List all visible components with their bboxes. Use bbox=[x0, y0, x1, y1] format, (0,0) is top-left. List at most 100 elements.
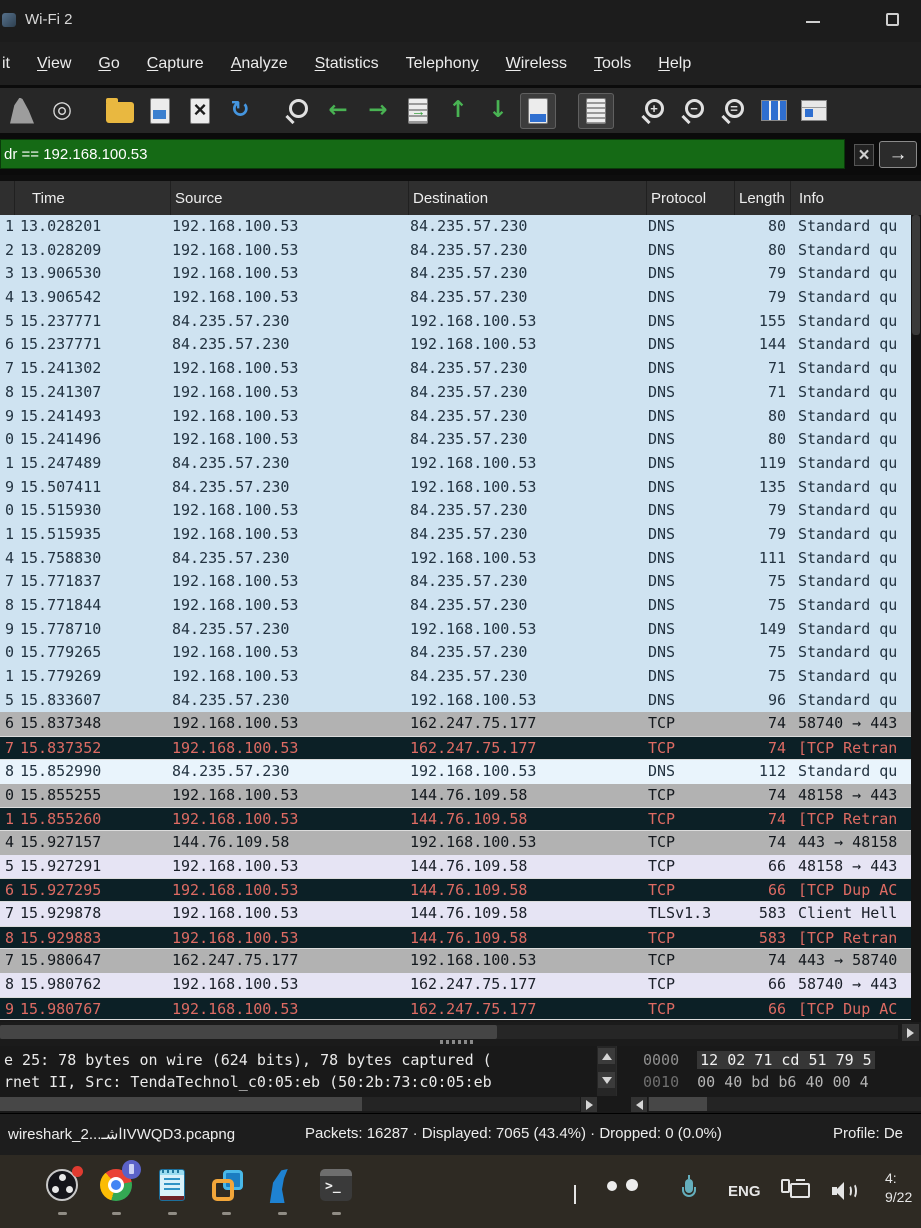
table-row[interactable]: 7 15.771837 192.168.100.53 84.235.57.230 DNS… bbox=[0, 570, 921, 594]
column-header-source[interactable]: Source bbox=[170, 181, 408, 215]
table-row[interactable]: 8 15.980762 192.168.100.53 162.247.75.177 TC… bbox=[0, 973, 921, 997]
table-row[interactable]: 7 15.929878 192.168.100.53 144.76.109.58 TLS… bbox=[0, 901, 921, 926]
minimize-button[interactable] bbox=[806, 21, 820, 23]
clock-date[interactable]: 4: 9/22 bbox=[885, 1169, 921, 1207]
go-back-icon[interactable]: ← bbox=[320, 93, 356, 129]
go-last-packet-icon[interactable]: ↓ bbox=[480, 93, 516, 129]
column-header-length[interactable]: Length bbox=[734, 181, 790, 215]
go-first-packet-icon[interactable]: ↑ bbox=[440, 93, 476, 129]
packet-bytes-pane[interactable]: 0000 12 02 71 cd 51 79 5 0010 00 40 bd b6 4… bbox=[616, 1046, 921, 1096]
bytes-hscroll-thumb[interactable] bbox=[649, 1097, 707, 1111]
menu-item-go[interactable]: Go bbox=[98, 55, 119, 73]
packet-list-horizontal-scrollbar[interactable] bbox=[0, 1022, 921, 1046]
details-hscroll-thumb[interactable] bbox=[0, 1097, 362, 1111]
chrome-icon[interactable] bbox=[100, 1160, 141, 1203]
hex-row[interactable]: 0000 12 02 71 cd 51 79 5 bbox=[617, 1049, 921, 1071]
table-row[interactable]: 4 13.906542 192.168.100.53 84.235.57.230 DNS… bbox=[0, 286, 921, 310]
scroll-down-button[interactable] bbox=[598, 1072, 615, 1088]
column-header-info[interactable]: Info bbox=[790, 181, 921, 215]
filter-apply-icon[interactable]: → bbox=[879, 141, 917, 168]
details-vertical-scrollbar[interactable] bbox=[597, 1046, 616, 1096]
notepad-icon[interactable] bbox=[156, 1169, 190, 1203]
table-row[interactable]: 7 15.241302 192.168.100.53 84.235.57.230 DNS… bbox=[0, 357, 921, 381]
zoom-in-icon[interactable]: + bbox=[636, 93, 672, 129]
language-indicator[interactable]: ENG bbox=[728, 1183, 761, 1200]
go-forward-icon[interactable]: → bbox=[360, 93, 396, 129]
table-row[interactable]: 8 15.929883 192.168.100.53 144.76.109.58 TCP… bbox=[0, 925, 921, 950]
hex-row[interactable]: 0010 00 40 bd b6 40 00 4 bbox=[617, 1071, 921, 1093]
column-header-protocol[interactable]: Protocol bbox=[646, 181, 734, 215]
menu-item-capture[interactable]: Capture bbox=[147, 55, 204, 73]
table-row[interactable]: 0 15.779265 192.168.100.53 84.235.57.230 DNS… bbox=[0, 641, 921, 666]
profile-label[interactable]: Profile: De bbox=[833, 1125, 921, 1142]
menu-item-wireless[interactable]: Wireless bbox=[506, 55, 567, 73]
menu-item-telephony[interactable]: Telephony bbox=[406, 55, 479, 73]
table-row[interactable]: 0 15.855255 192.168.100.53 144.76.109.58 TCP… bbox=[0, 783, 921, 808]
table-row[interactable]: 5 15.833607 84.235.57.230 192.168.100.53 DNS… bbox=[0, 688, 921, 713]
scroll-up-button[interactable] bbox=[598, 1048, 615, 1064]
table-row[interactable]: 1 15.855260 192.168.100.53 144.76.109.58 TCP… bbox=[0, 807, 921, 831]
pane-splitter-handle[interactable] bbox=[440, 1040, 474, 1044]
scrollbar-thumb[interactable] bbox=[912, 215, 920, 335]
close-capture-icon[interactable] bbox=[182, 93, 218, 129]
table-row[interactable]: 3 13.906530 192.168.100.53 84.235.57.230 DNS… bbox=[0, 262, 921, 287]
table-row[interactable]: 4 15.758830 84.235.57.230 192.168.100.53 DNS… bbox=[0, 546, 921, 571]
packet-details-pane[interactable]: e 25: 78 bytes on wire (624 bits), 78 by… bbox=[0, 1046, 597, 1096]
detail-line[interactable]: rnet II, Src: TendaTechnol_c0:05:eb (50:… bbox=[4, 1071, 597, 1093]
table-row[interactable]: 1 15.247489 84.235.57.230 192.168.100.53 DNS… bbox=[0, 451, 921, 476]
maximize-button[interactable] bbox=[886, 13, 899, 26]
auto-scroll-icon[interactable] bbox=[520, 92, 556, 129]
column-header-destination[interactable]: Destination bbox=[408, 181, 646, 215]
bytes-scroll-left-button[interactable] bbox=[631, 1097, 647, 1112]
menu-item-view[interactable]: View bbox=[37, 55, 71, 73]
column-header-time[interactable]: Time bbox=[14, 181, 170, 215]
save-capture-icon[interactable] bbox=[142, 93, 178, 129]
table-row[interactable]: 4 15.927157 144.76.109.58 192.168.100.53 TCP… bbox=[0, 830, 921, 855]
menu-item-tools[interactable]: Tools bbox=[594, 55, 631, 73]
table-row[interactable]: 8 15.241307 192.168.100.53 84.235.57.230 DNS… bbox=[0, 380, 921, 405]
display-filter-input[interactable]: dr == 192.168.100.53 bbox=[0, 139, 845, 169]
go-to-packet-icon[interactable] bbox=[400, 93, 436, 129]
table-row[interactable]: 1 13.028201 192.168.100.53 84.235.57.230 DNS… bbox=[0, 215, 921, 239]
table-row[interactable]: 7 15.837352 192.168.100.53 162.247.75.177 TC… bbox=[0, 736, 921, 760]
table-row[interactable]: 2 13.028209 192.168.100.53 84.235.57.230 DNS… bbox=[0, 238, 921, 263]
reload-capture-icon[interactable]: ↻ bbox=[222, 93, 258, 129]
table-row[interactable]: 9 15.241493 192.168.100.53 84.235.57.230 DNS… bbox=[0, 404, 921, 429]
find-packet-icon[interactable] bbox=[280, 93, 316, 129]
menu-item-analyze[interactable]: Analyze bbox=[231, 55, 288, 73]
tray-chevron-up-icon[interactable] bbox=[574, 1185, 576, 1205]
terminal-icon[interactable] bbox=[320, 1169, 354, 1203]
table-row[interactable]: 8 15.771844 192.168.100.53 84.235.57.230 DNS… bbox=[0, 594, 921, 618]
filter-clear-icon[interactable]: × bbox=[854, 144, 874, 166]
menu-item-help[interactable]: Help bbox=[658, 55, 691, 73]
obs-icon[interactable] bbox=[46, 1166, 83, 1203]
table-row[interactable]: 1 15.779269 192.168.100.53 84.235.57.230 DNS… bbox=[0, 665, 921, 689]
table-row[interactable]: 1 15.515935 192.168.100.53 84.235.57.230 DNS… bbox=[0, 522, 921, 547]
menu-item-statistics[interactable]: Statistics bbox=[315, 55, 379, 73]
reset-layout-icon[interactable] bbox=[796, 93, 832, 129]
table-row[interactable]: 5 15.237771 84.235.57.230 192.168.100.53 DNS… bbox=[0, 309, 921, 334]
open-capture-icon[interactable] bbox=[102, 93, 138, 129]
table-row[interactable]: 7 15.980647 162.247.75.177 192.168.100.53 TC… bbox=[0, 949, 921, 973]
table-row[interactable]: 0 15.241496 192.168.100.53 84.235.57.230 DNS… bbox=[0, 428, 921, 452]
table-row[interactable]: 9 15.980767 192.168.100.53 162.247.75.177 TC… bbox=[0, 996, 921, 1021]
menu-item-it[interactable]: it bbox=[2, 55, 10, 73]
table-row[interactable]: 9 15.507411 84.235.57.230 192.168.100.53 DNS… bbox=[0, 475, 921, 500]
table-row[interactable]: 6 15.927295 192.168.100.53 144.76.109.58 TCP… bbox=[0, 878, 921, 902]
scrollbar-thumb[interactable] bbox=[0, 1025, 497, 1039]
table-row[interactable]: 8 15.852990 84.235.57.230 192.168.100.53 DNS… bbox=[0, 759, 921, 784]
table-row[interactable]: 6 15.837348 192.168.100.53 162.247.75.177 TC… bbox=[0, 712, 921, 737]
scroll-right-button[interactable] bbox=[902, 1024, 919, 1041]
orange-app-icon[interactable] bbox=[0, 1169, 18, 1203]
start-capture-icon[interactable] bbox=[4, 93, 40, 129]
zoom-out-icon[interactable]: − bbox=[676, 93, 712, 129]
table-row[interactable]: 9 15.778710 84.235.57.230 192.168.100.53 DNS… bbox=[0, 617, 921, 642]
table-row[interactable]: 6 15.237771 84.235.57.230 192.168.100.53 DNS… bbox=[0, 333, 921, 358]
capture-file-name[interactable]: wireshark_2...اشـIVWQD3.pcapng bbox=[8, 1125, 235, 1143]
packet-list-vertical-scrollbar[interactable] bbox=[911, 215, 921, 1022]
resize-columns-icon[interactable] bbox=[756, 93, 792, 129]
zoom-100-icon[interactable]: = bbox=[716, 93, 752, 129]
details-scroll-right-button[interactable] bbox=[581, 1097, 597, 1112]
vmware-icon[interactable] bbox=[210, 1169, 244, 1203]
table-row[interactable]: 5 15.927291 192.168.100.53 144.76.109.58 TCP… bbox=[0, 854, 921, 879]
